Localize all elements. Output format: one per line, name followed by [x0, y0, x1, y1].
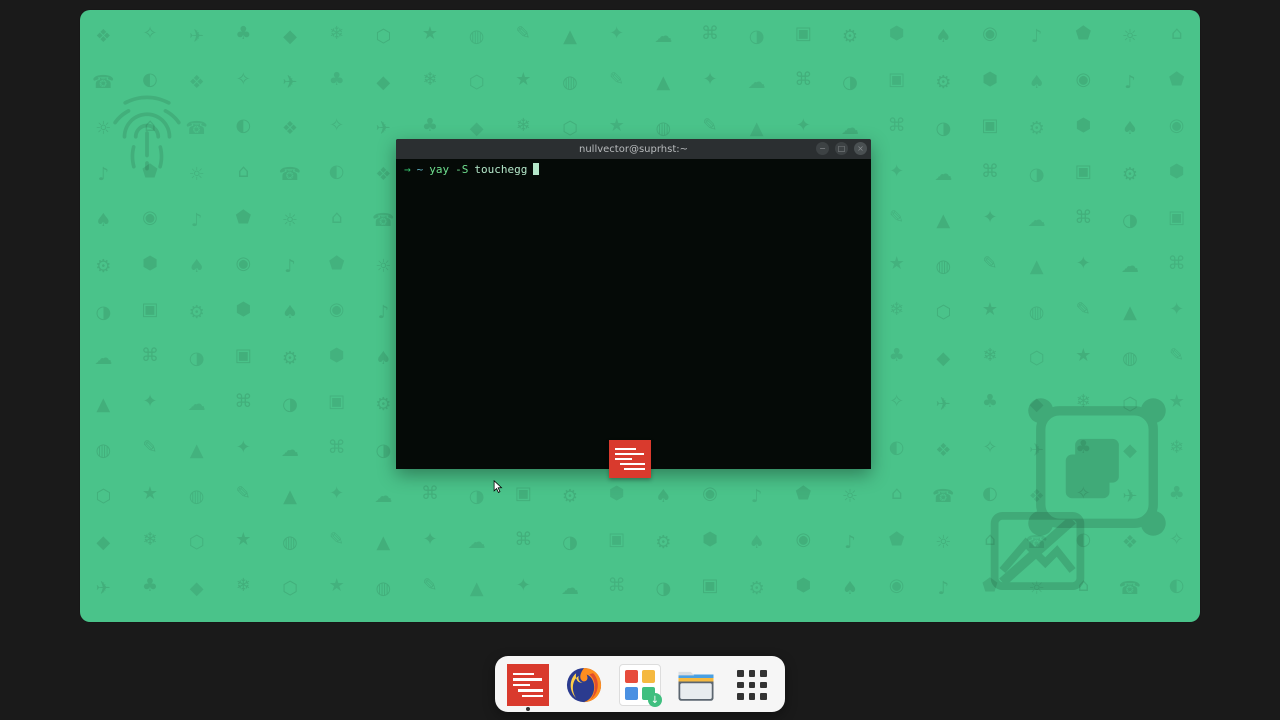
prompt-command: yay: [429, 163, 449, 465]
dock-item-firefox[interactable]: [563, 664, 605, 706]
news-reader-icon: [507, 664, 549, 706]
prompt-flag: -S: [455, 163, 468, 465]
dock: ↓: [495, 656, 785, 712]
prompt-arg: touchegg: [474, 163, 527, 465]
dock-item-news-reader[interactable]: [507, 664, 549, 706]
terminal-window[interactable]: nullvector@suprhst:~ − □ × → ~ yay -S to…: [396, 139, 871, 469]
object-select-accent-icon: [1022, 392, 1172, 542]
no-image-accent-icon: [990, 512, 1085, 590]
terminal-body[interactable]: → ~ yay -S touchegg: [396, 159, 871, 469]
dock-item-app-grid[interactable]: [731, 664, 773, 706]
terminal-titlebar[interactable]: nullvector@suprhst:~ − □ ×: [396, 139, 871, 159]
files-icon: [675, 664, 717, 706]
fingerprint-accent-icon: [102, 88, 192, 178]
window-app-badge-icon: [609, 440, 651, 478]
prompt-arrow: →: [404, 163, 411, 465]
window-maximize-button[interactable]: □: [835, 142, 848, 155]
workspace-overview[interactable]: ❖✧✈♣◆❄⬡★◍✎▲✦☁⌘◑▣⚙⬢♠◉♪⬟☼⌂☎◐❖✧✈♣◆❄⬡★◍✎▲✦☁⌘…: [80, 10, 1200, 622]
window-minimize-button[interactable]: −: [816, 142, 829, 155]
prompt-path: ~: [417, 163, 424, 465]
dock-item-files[interactable]: [675, 664, 717, 706]
firefox-icon: [563, 664, 605, 706]
app-grid-icon: [732, 665, 772, 705]
terminal-cursor: [533, 163, 539, 175]
terminal-title: nullvector@suprhst:~: [579, 144, 688, 155]
dock-item-software[interactable]: ↓: [619, 664, 661, 706]
mouse-cursor-icon: [493, 480, 503, 494]
window-close-button[interactable]: ×: [854, 142, 867, 155]
software-store-icon: ↓: [619, 664, 661, 706]
